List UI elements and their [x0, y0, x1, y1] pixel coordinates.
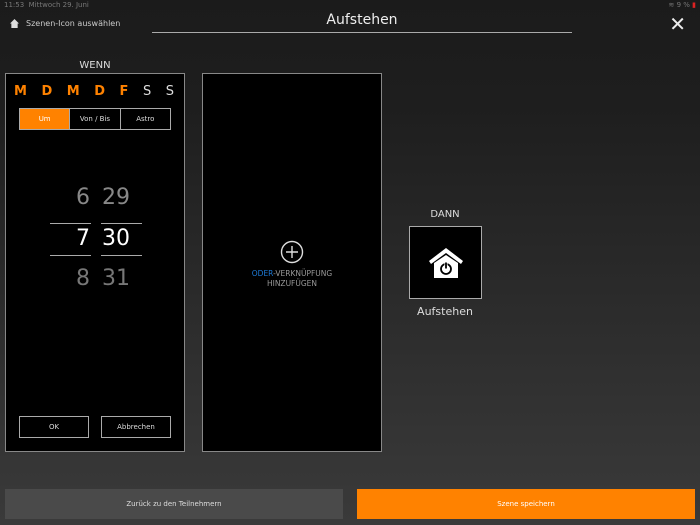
- scene-icon-tile[interactable]: [409, 226, 482, 299]
- weekday-toggle[interactable]: S: [143, 84, 151, 99]
- weekday-toggle[interactable]: M: [67, 84, 80, 99]
- weekday-toggle[interactable]: F: [120, 84, 129, 99]
- divider: [50, 223, 91, 224]
- cancel-button[interactable]: Abbrechen: [101, 416, 171, 438]
- plus-circle-icon: [280, 240, 304, 264]
- oder-highlight: ODER: [251, 269, 274, 278]
- select-scene-icon-button[interactable]: Szenen-Icon auswählen: [10, 19, 120, 28]
- minute-selected: 30: [102, 226, 130, 251]
- divider: [101, 223, 142, 224]
- scene-name: Aufstehen: [417, 305, 473, 318]
- wenn-label: WENN: [79, 60, 111, 71]
- oder-line2: HINZUFÜGEN: [266, 279, 318, 288]
- divider: [50, 255, 91, 256]
- back-to-participants-button[interactable]: Zurück zu den Teilnehmern: [5, 489, 343, 519]
- battery-level: 9 %: [676, 1, 690, 9]
- save-scene-button[interactable]: Szene speichern: [357, 489, 695, 519]
- ok-button[interactable]: OK: [19, 416, 89, 438]
- minute-next: 31: [102, 266, 130, 290]
- status-bar: 11:53 Mittwoch 29. Juni: [4, 1, 89, 9]
- hour-next: 8: [76, 266, 90, 290]
- weekday-selector: MDMDFSS: [14, 84, 174, 99]
- weekday-toggle[interactable]: M: [14, 84, 27, 99]
- mode-segmented-control: Um Von / Bis Astro: [19, 108, 171, 130]
- add-or-link-button[interactable]: ODER-VERKNÜPFUNG HINZUFÜGEN: [202, 240, 382, 289]
- close-icon[interactable]: ✕: [669, 14, 686, 34]
- weekday-toggle[interactable]: S: [166, 84, 174, 99]
- home-icon: [10, 19, 19, 28]
- dann-label: DANN: [430, 209, 460, 220]
- hour-prev: 6: [76, 185, 90, 210]
- scene-title-input[interactable]: Aufstehen: [152, 12, 572, 33]
- hour-selected: 7: [76, 226, 90, 251]
- mode-tab-um[interactable]: Um: [20, 109, 70, 129]
- minute-prev: 29: [102, 185, 130, 210]
- battery-icon: ▮: [692, 1, 696, 9]
- minute-picker[interactable]: 29 30 31: [100, 180, 142, 290]
- hour-picker[interactable]: 6 7 8: [50, 180, 90, 290]
- mode-tab-von-bis[interactable]: Von / Bis: [69, 109, 119, 129]
- home-power-icon: [428, 247, 463, 278]
- mode-tab-astro[interactable]: Astro: [119, 109, 170, 129]
- weekday-toggle[interactable]: D: [41, 84, 52, 99]
- select-scene-icon-label: Szenen-Icon auswählen: [26, 19, 121, 28]
- oder-rest: -VERKNÜPFUNG: [273, 269, 333, 278]
- weekday-toggle[interactable]: D: [94, 84, 105, 99]
- status-time: 11:53: [4, 1, 25, 9]
- status-right: ≋ 9 % ▮: [668, 1, 696, 9]
- status-date: Mittwoch 29. Juni: [28, 1, 89, 9]
- divider: [101, 255, 142, 256]
